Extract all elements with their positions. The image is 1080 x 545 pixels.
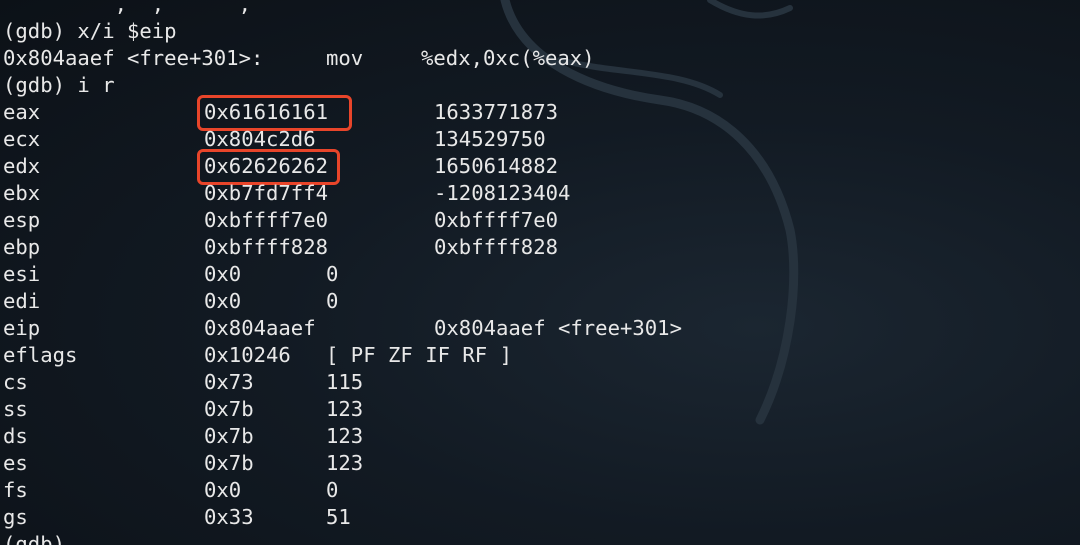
register-hex: 0x0 bbox=[204, 478, 242, 502]
register-value: 0xbffff828 bbox=[434, 235, 558, 259]
instruction-mnemonic: mov bbox=[326, 46, 364, 70]
register-name: ss bbox=[3, 397, 28, 421]
register-row-ss: ss 0x7b 123 bbox=[3, 396, 1077, 423]
register-row-eip: eip 0x804aaef 0x804aaef <free+301> bbox=[3, 315, 1077, 342]
register-row-ebp: ebp 0xbffff828 0xbffff828 bbox=[3, 234, 1077, 261]
register-value: [ PF ZF IF RF ] bbox=[326, 343, 512, 367]
register-name: edi bbox=[3, 289, 41, 313]
register-value: 0 bbox=[326, 262, 339, 286]
register-name: ebx bbox=[3, 181, 41, 205]
register-row-edi: edi 0x0 0 bbox=[3, 288, 1077, 315]
instruction-line: 0x804aaef <free+301>: mov %edx,0xc(%eax) bbox=[3, 45, 1077, 72]
register-value: 0xbffff7e0 bbox=[434, 208, 558, 232]
register-name: eax bbox=[3, 100, 41, 124]
register-table: eax 0x61616161 1633771873 ecx 0x804c2d6 13452… bbox=[3, 95, 1077, 531]
instruction-operands: %edx,0xc(%eax) bbox=[421, 46, 595, 70]
register-row-gs: gs 0x33 51 bbox=[3, 504, 1077, 531]
partial-line-text: , , , bbox=[3, 0, 251, 16]
register-value: 0x804aaef <free+301> bbox=[434, 316, 682, 340]
register-value: 134529750 bbox=[434, 127, 546, 151]
register-hex: 0x0 bbox=[204, 289, 242, 313]
register-name: fs bbox=[3, 478, 28, 502]
terminal-window[interactable]: , , , (gdb) x/i $eip 0x804aaef <free+301… bbox=[0, 0, 1080, 545]
register-hex: 0xb7fd7ff4 bbox=[204, 181, 328, 205]
register-row-ebx: ebx 0xb7fd7ff4 -1208123404 bbox=[3, 180, 1077, 207]
register-row-es: es 0x7b 123 bbox=[3, 450, 1077, 477]
terminal-output: , , , (gdb) x/i $eip 0x804aaef <free+301… bbox=[3, 0, 1077, 545]
register-name: esi bbox=[3, 262, 41, 286]
register-value: -1208123404 bbox=[434, 181, 571, 205]
register-hex: 0x0 bbox=[204, 262, 242, 286]
register-hex: 0x10246 bbox=[204, 343, 291, 367]
prompt-line[interactable]: (gdb) bbox=[3, 531, 1077, 545]
register-name: ds bbox=[3, 424, 28, 448]
register-name: ebp bbox=[3, 235, 41, 259]
register-value: 1650614882 bbox=[434, 154, 558, 178]
register-row-ds: ds 0x7b 123 bbox=[3, 423, 1077, 450]
gdb-prompt: (gdb) bbox=[3, 532, 65, 545]
register-row-esi: esi 0x0 0 bbox=[3, 261, 1077, 288]
register-value: 115 bbox=[326, 370, 364, 394]
register-hex: 0x804aaef bbox=[204, 316, 316, 340]
register-row-eax: eax 0x61616161 1633771873 bbox=[3, 95, 1077, 131]
register-value: 0 bbox=[326, 478, 339, 502]
register-hex: 0xbffff7e0 bbox=[204, 208, 328, 232]
register-value: 1633771873 bbox=[434, 100, 558, 124]
command-line: (gdb) x/i $eip bbox=[3, 18, 1077, 45]
register-hex: 0x7b bbox=[204, 451, 254, 475]
register-row-edx: edx 0x62626262 1650614882 bbox=[3, 149, 1077, 185]
register-name: es bbox=[3, 451, 28, 475]
register-hex: 0x7b bbox=[204, 397, 254, 421]
register-value: 123 bbox=[326, 397, 364, 421]
register-name: cs bbox=[3, 370, 28, 394]
instruction-address: 0x804aaef <free+301>: bbox=[3, 46, 264, 70]
command-text: (gdb) i r bbox=[3, 73, 115, 97]
partial-line: , , , bbox=[3, 0, 1077, 18]
register-row-esp: esp 0xbffff7e0 0xbffff7e0 bbox=[3, 207, 1077, 234]
register-name: esp bbox=[3, 208, 41, 232]
register-name: edx bbox=[3, 154, 41, 178]
register-value: 0 bbox=[326, 289, 339, 313]
register-hex: 0x33 bbox=[204, 505, 254, 529]
register-name: eip bbox=[3, 316, 41, 340]
register-row-fs: fs 0x0 0 bbox=[3, 477, 1077, 504]
command-text: (gdb) x/i $eip bbox=[3, 19, 177, 43]
register-name: eflags bbox=[3, 343, 78, 367]
register-hex: 0xbffff828 bbox=[204, 235, 328, 259]
register-value: 123 bbox=[326, 424, 364, 448]
register-row-ecx: ecx 0x804c2d6 134529750 bbox=[3, 126, 1077, 153]
register-row-cs: cs 0x73 115 bbox=[3, 369, 1077, 396]
register-hex: 0x7b bbox=[204, 424, 254, 448]
register-row-eflags: eflags 0x10246 [ PF ZF IF RF ] bbox=[3, 342, 1077, 369]
register-name: gs bbox=[3, 505, 28, 529]
register-value: 123 bbox=[326, 451, 364, 475]
register-name: ecx bbox=[3, 127, 41, 151]
register-hex: 0x73 bbox=[204, 370, 254, 394]
register-value: 51 bbox=[326, 505, 351, 529]
command-line: (gdb) i r bbox=[3, 72, 1077, 99]
